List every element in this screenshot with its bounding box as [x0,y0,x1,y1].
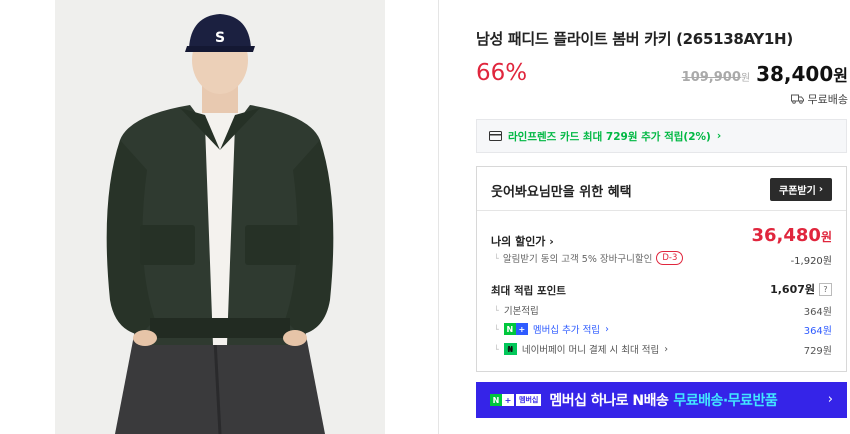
max-points-value: 1,607원 ? [770,281,832,297]
tree-corner-icon: └ [494,305,499,315]
alert-discount-row: └ 알림받기 동의 고객 5% 장바구니할인 D-3 [494,251,684,265]
naver-plus-icon: N + [503,323,528,335]
coupon-button[interactable]: 쿠폰받기 › [770,178,832,201]
product-info-panel: 남성 패디드 플라이트 봄버 카키 (265138AY1H) 66% 109,9… [476,0,848,434]
basic-points-label: 기본적립 [503,306,539,317]
product-title: 남성 패디드 플라이트 봄버 카키 (265138AY1H) [476,30,793,48]
panel-divider [438,0,439,434]
truck-icon [790,94,804,104]
model-jacket-illustration: S [55,0,385,434]
card-promo-text: 라인프렌즈 카드 최대 729원 추가 적립(2%) [508,130,711,143]
membership-points-label: 멤버십 추가 적립 [532,325,601,336]
banner-text: 멤버십 하나로 N배송 [549,393,669,409]
membership-points-row[interactable]: └ N + 멤버십 추가 적립 › [494,322,609,336]
shipping-label: 무료배송 [807,93,848,106]
my-discount-link[interactable]: 나의 할인가 › [491,233,554,249]
alert-discount-value: -1,920원 [790,256,832,267]
naver-membership-badge: N + 멤버십 [490,393,542,407]
chevron-right-icon: › [549,235,554,248]
divider [477,210,846,211]
npay-points-row[interactable]: └ ₦ 네이버페이 머니 결제 시 최대 적립 › [494,342,668,356]
price-line: 109,900원 38,400원 [682,62,848,86]
chevron-right-icon: › [664,343,669,355]
banner-highlight: 무료배송·무료반품 [673,393,778,409]
naver-pay-icon: ₦ [503,343,517,355]
benefit-box: 웃어봐요님만을 위한 혜택 쿠폰받기 › 나의 할인가 › 36,480원 └ … [476,166,847,372]
npay-points-value: 729원 [803,346,832,357]
product-image[interactable]: S [55,0,385,434]
chevron-right-icon: › [818,184,823,195]
max-points-label: 최대 적립 포인트 [491,285,566,297]
chevron-right-icon: › [827,392,833,407]
npay-points-label: 네이버페이 머니 결제 시 최대 적립 [521,345,660,356]
chevron-right-icon: › [605,323,609,335]
original-price: 109,900원 [681,70,751,85]
membership-points-value: 364원 [803,326,832,337]
my-discount-price: 36,480원 [751,225,832,246]
help-icon[interactable]: ? [819,282,832,296]
chevron-right-icon: › [716,130,722,142]
tree-corner-icon: └ [494,253,499,263]
alert-discount-label: 알림받기 동의 고객 5% 장바구니할인 [502,254,653,265]
discount-rate: 66% [476,60,528,86]
basic-points-row: └ 기본적립 [494,303,539,318]
coupon-button-label: 쿠폰받기 [779,186,816,197]
credit-card-icon [489,131,502,141]
benefit-title: 웃어봐요님만을 위한 혜택 [491,185,632,200]
tree-corner-icon: └ [494,324,499,334]
svg-text:S: S [215,30,225,46]
shipping-info: 무료배송 [790,91,848,107]
membership-banner[interactable]: N + 멤버십 멤버십 하나로 N배송 무료배송·무료반품 › [476,382,847,418]
final-price: 38,400원 [756,62,848,86]
basic-points-value: 364원 [803,307,832,318]
my-discount-label: 나의 할인가 [491,235,546,248]
card-promo[interactable]: 라인프렌즈 카드 최대 729원 추가 적립(2%) › [476,119,847,153]
dday-badge: D-3 [656,251,684,265]
product-image-area: S [0,0,440,434]
tree-corner-icon: └ [494,344,499,354]
